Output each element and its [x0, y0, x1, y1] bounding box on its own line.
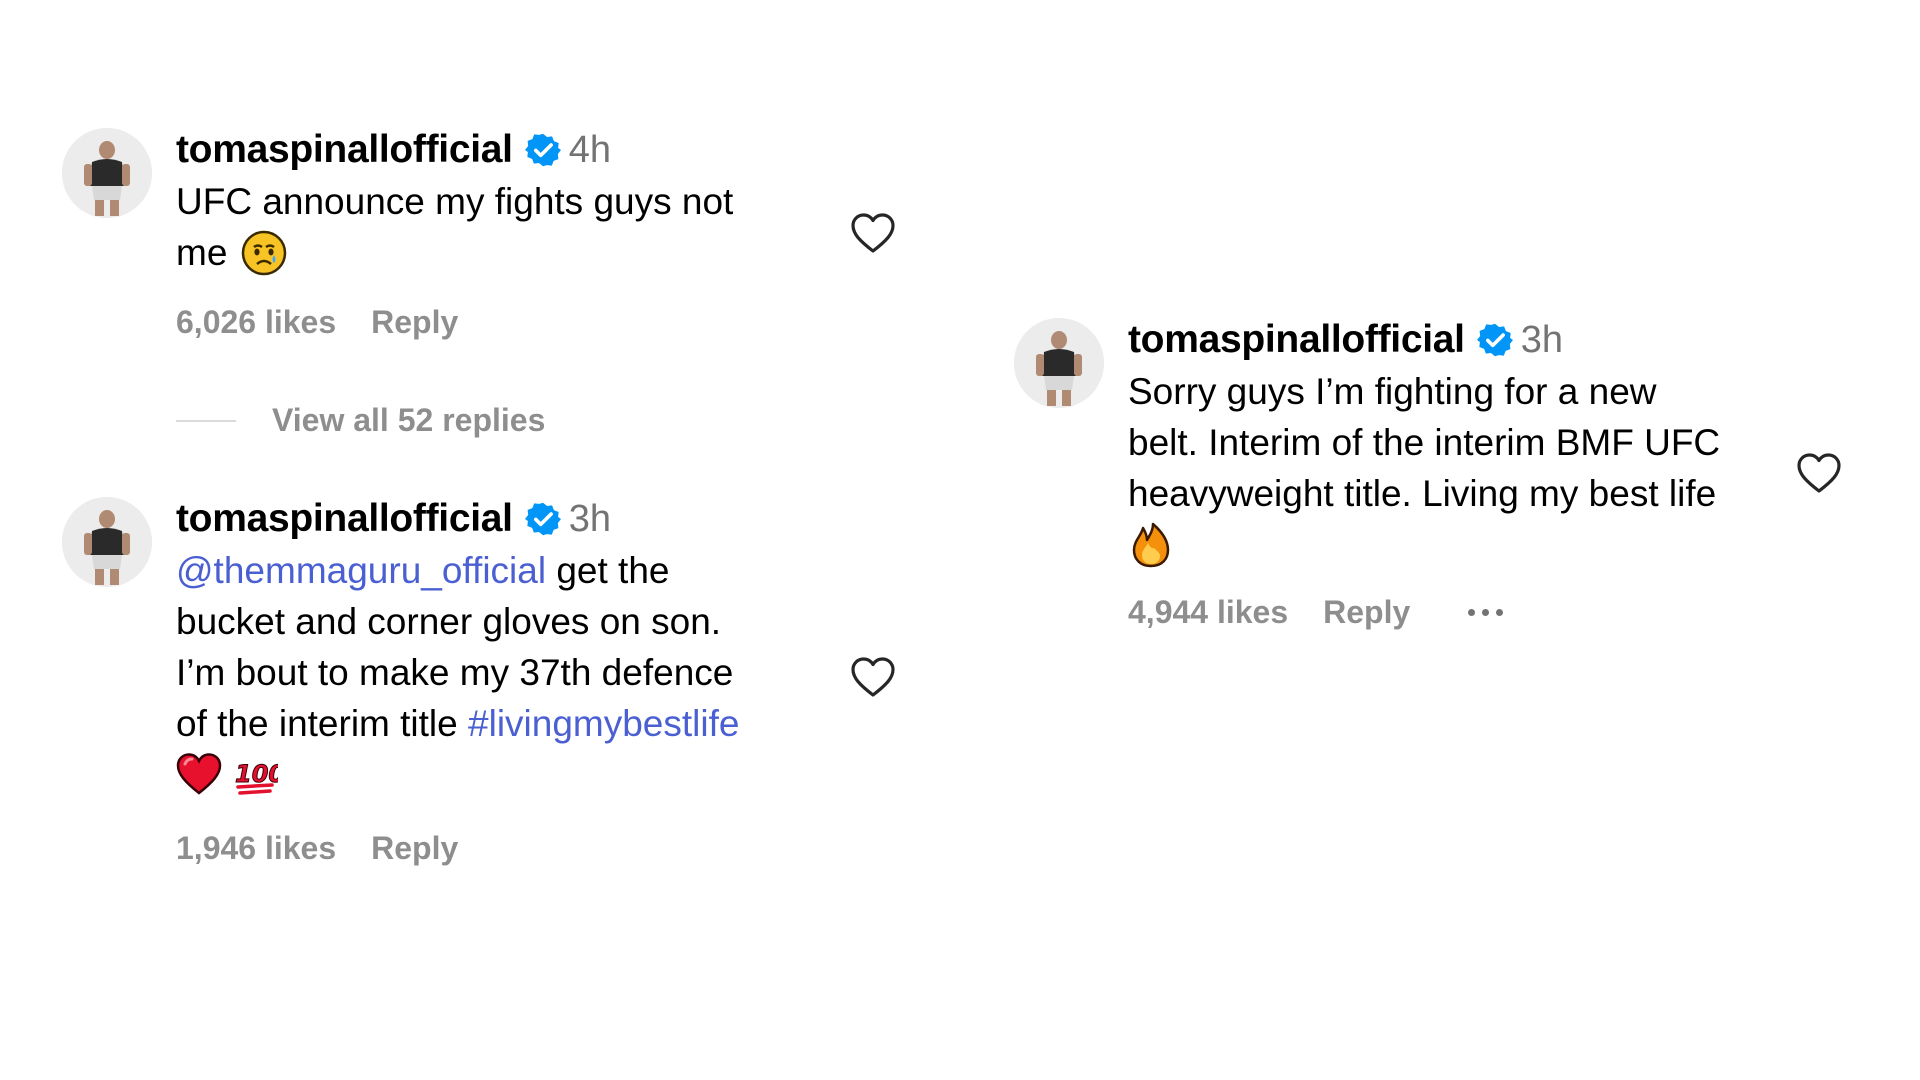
comment-text: @themmaguru_official get the bucket and … — [176, 545, 739, 800]
likes-count[interactable]: 1,946 likes — [176, 830, 336, 867]
timestamp[interactable]: 4h — [569, 129, 611, 172]
comment-text-line: I’m bout to make my 37th defence — [176, 652, 734, 693]
reply-button[interactable]: Reply — [371, 830, 458, 867]
more-options-icon[interactable] — [1468, 609, 1504, 616]
avatar[interactable] — [62, 497, 152, 587]
comment-text-line: Sorry guys I’m fighting for a new — [1128, 371, 1657, 412]
timestamp[interactable]: 3h — [1521, 319, 1563, 362]
avatar[interactable] — [62, 128, 152, 218]
hashtag-link[interactable]: #livingmybestlife — [468, 703, 739, 744]
username[interactable]: tomaspinallofficial — [1128, 318, 1465, 362]
comment-2: tomaspinallofficial 3h @themmaguru_offic… — [62, 495, 739, 867]
like-heart-icon[interactable] — [850, 656, 896, 698]
verified-badge-icon — [524, 132, 561, 168]
comment-text: UFC announce my fights guys not me — [176, 176, 733, 278]
mention-link[interactable]: @themmaguru_official — [176, 550, 546, 591]
likes-count[interactable]: 4,944 likes — [1128, 594, 1288, 631]
profile-photo — [62, 497, 152, 587]
likes-count[interactable]: 6,026 likes — [176, 304, 336, 341]
reply-button[interactable]: Reply — [371, 304, 458, 341]
comment-text-line: belt. Interim of the interim BMF UFC — [1128, 422, 1721, 463]
comment-text-line: bucket and corner gloves on son. — [176, 601, 722, 642]
username[interactable]: tomaspinallofficial — [176, 128, 513, 172]
profile-photo — [62, 128, 152, 218]
comment-text: Sorry guys I’m fighting for a new belt. … — [1128, 366, 1720, 570]
comment-text-line: me — [176, 232, 228, 273]
comment-3: tomaspinallofficial 3h Sorry guys I’m fi… — [1014, 316, 1720, 631]
comment-text-segment: get the — [546, 550, 670, 591]
comment-text-segment: of the interim title — [176, 703, 469, 744]
username[interactable]: tomaspinallofficial — [176, 497, 513, 541]
comment-text-line: UFC announce my fights guys not — [176, 181, 734, 222]
view-replies-button[interactable]: View all 52 replies — [176, 402, 545, 439]
crying-face-icon — [242, 230, 287, 275]
like-heart-icon[interactable] — [850, 212, 896, 254]
profile-photo — [1014, 318, 1104, 408]
comment-1: tomaspinallofficial 4h UFC announce my f… — [62, 126, 733, 341]
divider-line — [176, 419, 236, 422]
timestamp[interactable]: 3h — [569, 498, 611, 541]
verified-badge-icon — [1476, 322, 1513, 358]
verified-badge-icon — [524, 501, 561, 537]
view-replies-label[interactable]: View all 52 replies — [272, 402, 545, 439]
reply-button[interactable]: Reply — [1323, 594, 1410, 631]
like-heart-icon[interactable] — [1796, 452, 1842, 494]
hundred-points-icon: 100 — [235, 759, 278, 795]
red-heart-icon — [176, 752, 222, 795]
avatar[interactable] — [1014, 318, 1104, 408]
fire-icon — [1132, 522, 1170, 567]
comment-text-line: heavyweight title. Living my best life — [1128, 473, 1717, 514]
